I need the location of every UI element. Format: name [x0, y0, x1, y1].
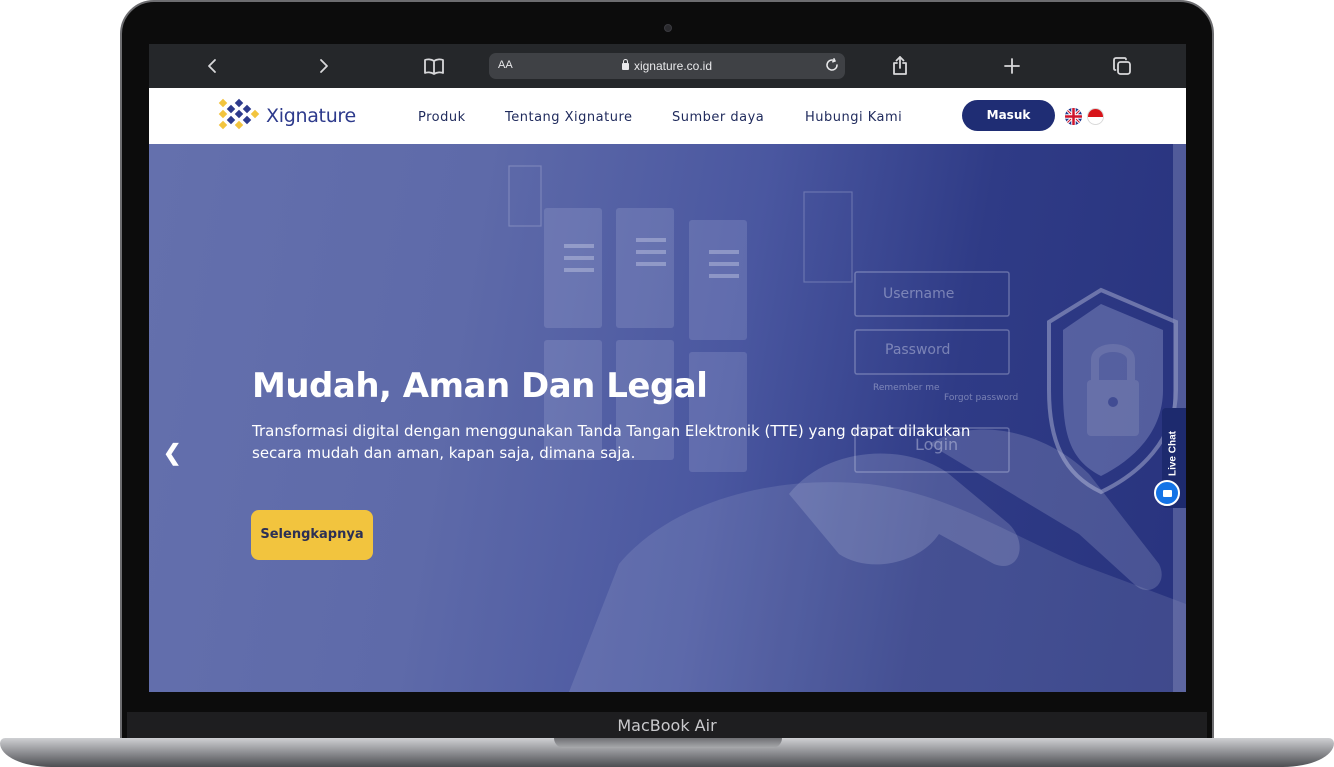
address-bar[interactable]: AA xignature.co.id	[489, 53, 845, 79]
site-header: Xignature Produk Tentang Xignature Sumbe…	[149, 88, 1186, 144]
learn-more-button[interactable]: Selengkapnya	[251, 510, 373, 560]
chevron-right-icon[interactable]	[309, 52, 337, 80]
indonesia-flag-icon[interactable]	[1087, 108, 1104, 125]
device-label: MacBook Air	[617, 716, 717, 735]
url-text: xignature.co.id	[633, 59, 713, 73]
xignature-logo[interactable]: Xignature	[215, 98, 356, 134]
bg-password-label: Password	[885, 342, 950, 358]
hero-banner: Username Password Remember me Forgot pas…	[149, 144, 1186, 692]
bg-forgot-label: Forgot password	[944, 393, 1018, 403]
bg-username-label: Username	[883, 286, 954, 302]
tabs-icon[interactable]	[1108, 52, 1136, 80]
nav-tentang-xignature[interactable]: Tentang Xignature	[505, 110, 633, 125]
login-button[interactable]: Masuk	[962, 100, 1055, 131]
nav-sumber-daya[interactable]: Sumber daya	[672, 110, 764, 125]
live-chat-label: Live Chat	[1167, 431, 1179, 477]
carousel-prev-arrow[interactable]: ❮	[163, 440, 181, 466]
hero-background-illustration: Username Password Remember me Forgot pas…	[508, 165, 1186, 692]
logo-mark-icon	[218, 98, 260, 130]
laptop-notch	[554, 738, 782, 748]
plus-icon[interactable]	[998, 52, 1026, 80]
camera	[664, 24, 672, 32]
hero-title: Mudah, Aman Dan Legal	[252, 366, 708, 406]
english-flag-icon[interactable]	[1065, 108, 1082, 125]
nav-produk[interactable]: Produk	[418, 110, 466, 125]
share-icon[interactable]	[886, 52, 914, 80]
nav-hubungi-kami[interactable]: Hubungi Kami	[805, 110, 902, 125]
logo-text: Xignature	[266, 105, 356, 127]
browser-toolbar: AA xignature.co.id	[149, 44, 1186, 88]
lock-icon	[621, 59, 629, 70]
hero-subtitle: Transformasi digital dengan menggunakan …	[252, 422, 971, 462]
bg-remember-label: Remember me	[873, 383, 940, 393]
chevron-left-icon[interactable]	[199, 52, 227, 80]
screen: AA xignature.co.id Xignature Produk Tent…	[149, 44, 1186, 692]
url-display: xignature.co.id	[489, 59, 845, 73]
book-icon[interactable]	[420, 52, 448, 80]
reload-icon[interactable]	[825, 58, 839, 77]
chat-bubble-icon[interactable]	[1154, 480, 1180, 506]
